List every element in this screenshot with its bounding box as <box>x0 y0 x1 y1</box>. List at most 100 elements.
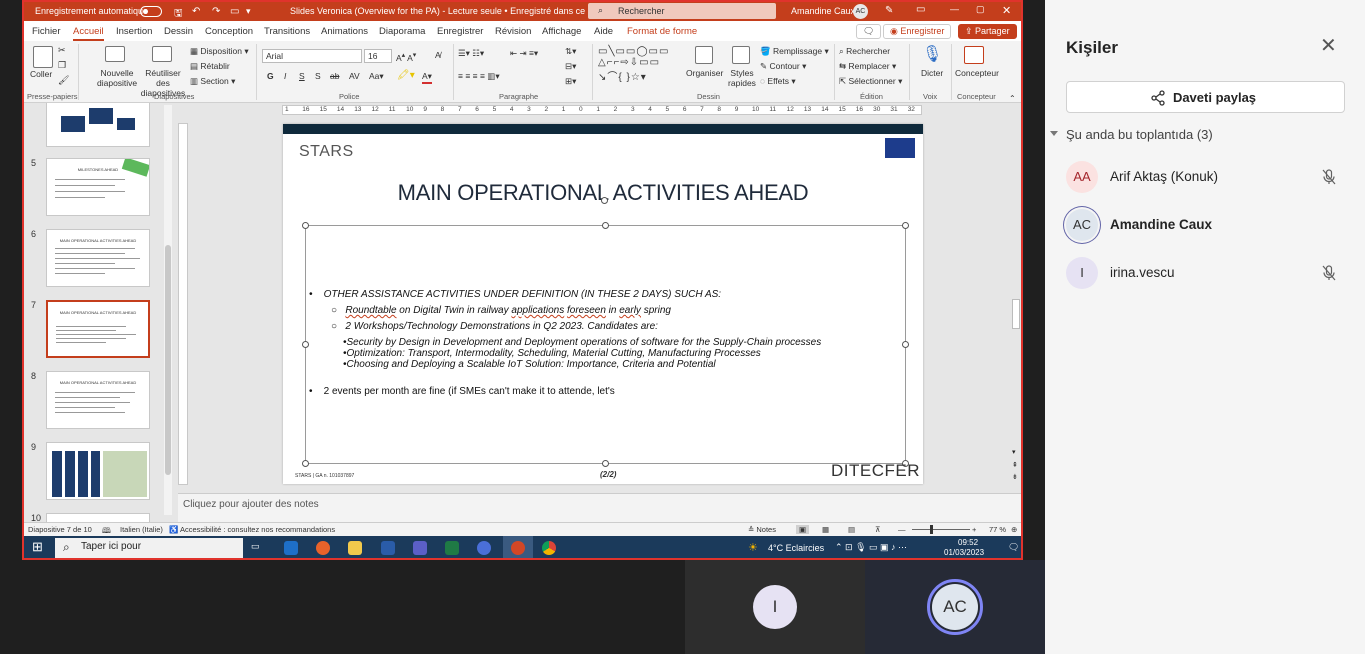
outline-button[interactable]: ✎ Contour ▾ <box>760 61 806 72</box>
indent-icons[interactable]: ⇤ ⇥ ≡▾ <box>510 48 538 59</box>
italic-icon[interactable]: I <box>284 71 286 81</box>
windows-start-icon[interactable]: ⊞ <box>32 539 43 555</box>
close-window-icon[interactable]: ✕ <box>1002 4 1011 17</box>
bullets-icon[interactable]: ☰▾ ☷▾ <box>458 48 484 59</box>
in-meeting-section-header[interactable]: Şu anda bu toplantıda (3) <box>1050 127 1213 142</box>
tab-conception[interactable]: Conception <box>205 26 253 37</box>
strikethrough-icon[interactable]: ab <box>330 71 339 81</box>
clock-date[interactable]: 01/03/2023 <box>944 548 984 557</box>
dictate-label[interactable]: Dicter <box>921 68 943 78</box>
accessibility-status[interactable]: Accessibilité : consultez nos recommanda… <box>180 525 335 534</box>
autosave-toggle[interactable] <box>140 6 162 17</box>
section-button[interactable]: ▥ Section ▾ <box>190 76 235 87</box>
resize-handle[interactable] <box>602 460 609 467</box>
paste-label[interactable]: Coller <box>30 69 52 79</box>
align-icons[interactable]: ≡ ≡ ≡ ≡ ▥▾ <box>458 71 500 82</box>
video-tile-irina[interactable]: I <box>685 560 865 654</box>
highlight-icon[interactable]: 🖍▾ <box>397 70 415 81</box>
format-painter-icon[interactable]: 🖌 <box>58 75 69 86</box>
minimize-icon[interactable]: — <box>950 4 959 14</box>
designer-icon[interactable] <box>964 46 984 64</box>
language-indicator[interactable]: Italien (Italie) <box>120 525 163 534</box>
scrollbar-thumb[interactable] <box>165 245 171 475</box>
font-name-field[interactable]: Arial <box>262 49 362 63</box>
resize-handle[interactable] <box>302 460 309 467</box>
tab-fichier[interactable]: Fichier <box>32 26 61 37</box>
prev-slide-icon[interactable]: ⇞ <box>1012 461 1018 469</box>
tab-aide[interactable]: Aide <box>594 26 613 37</box>
notification-icon[interactable]: 🗨 <box>1008 542 1019 553</box>
share-invite-button[interactable]: Daveti paylaş <box>1066 81 1345 113</box>
paste-icon[interactable] <box>33 46 53 68</box>
slideshow-icon[interactable]: ⊼ <box>875 525 881 534</box>
pen-icon[interactable]: ✎ <box>885 5 893 16</box>
rotate-handle-icon[interactable] <box>601 197 608 204</box>
arrange-icon[interactable] <box>695 46 713 64</box>
undo-icon[interactable]: ↶ <box>192 6 200 17</box>
reading-view-icon[interactable]: ▤ <box>848 525 855 534</box>
task-view-icon[interactable]: ▭ <box>251 541 265 555</box>
clear-format-icon[interactable]: A̸ <box>435 50 441 60</box>
cut-icon[interactable]: ✂ <box>58 45 66 56</box>
tab-affichage[interactable]: Affichage <box>542 26 581 37</box>
file-explorer-icon[interactable] <box>348 541 362 555</box>
resize-handle[interactable] <box>302 341 309 348</box>
effects-button[interactable]: ◌ Effets ▾ <box>760 76 796 87</box>
find-button[interactable]: ⌕ Rechercher <box>839 46 890 57</box>
tab-animations[interactable]: Animations <box>321 26 368 37</box>
slide-thumbnail-4[interactable] <box>46 103 150 147</box>
select-button[interactable]: ⇱ Sélectionner ▾ <box>839 76 902 87</box>
align-text-icon[interactable]: ⊟▾ <box>565 61 576 72</box>
ribbon-display-icon[interactable]: ▭ <box>916 4 925 15</box>
tab-diaporama[interactable]: Diaporama <box>379 26 425 37</box>
mic-off-icon[interactable] <box>1320 168 1338 186</box>
scroll-down-icon[interactable]: ▾ <box>1012 448 1016 456</box>
shapes-gallery[interactable]: ▭╲▭▭◯▭▭ △⌐⌐⇨⇩▭▭ ↘⌒{ }☆▾ <box>598 46 669 83</box>
layout-button[interactable]: ▦ Disposition ▾ <box>190 46 249 57</box>
excel-icon[interactable] <box>445 541 459 555</box>
quick-styles-icon[interactable] <box>732 46 750 64</box>
outlook-icon[interactable] <box>284 541 298 555</box>
video-tile-amandine[interactable]: AC <box>865 560 1045 654</box>
tab-enregistrer[interactable]: Enregistrer <box>437 26 483 37</box>
notes-pane[interactable]: Cliquez pour ajouter des notes <box>178 493 1021 522</box>
user-avatar[interactable]: AC <box>853 4 868 19</box>
present-icon[interactable]: ▭ <box>230 6 239 17</box>
new-slide-icon[interactable] <box>105 46 125 62</box>
word-icon[interactable] <box>381 541 395 555</box>
participant-row[interactable]: AC Amandine Caux <box>1066 209 1346 249</box>
quick-styles-label[interactable]: Styles rapides <box>728 68 756 88</box>
smartart-icon[interactable]: ⊞▾ <box>565 76 576 87</box>
next-slide-icon[interactable]: ⇟ <box>1012 473 1018 481</box>
resize-handle[interactable] <box>602 222 609 229</box>
resize-handle[interactable] <box>302 222 309 229</box>
designer-label[interactable]: Concepteur <box>955 68 999 78</box>
user-name[interactable]: Amandine Caux <box>791 6 855 16</box>
share-button[interactable]: ⇪ Partager <box>958 24 1017 39</box>
media-player-icon[interactable] <box>477 541 491 555</box>
customize-icon[interactable]: ▾ <box>246 6 251 17</box>
microphone-icon[interactable]: 🎙 <box>922 44 942 64</box>
tab-dessin[interactable]: Dessin <box>164 26 193 37</box>
slide-thumbnail-8[interactable]: MAIN OPERATIONAL ACTIVITIES AHEAD <box>46 371 150 429</box>
record-button[interactable]: ◉ Enregistrer <box>883 24 952 39</box>
bold-icon[interactable]: G <box>267 71 274 81</box>
slide-thumbnail-10[interactable] <box>46 513 150 522</box>
tab-revision[interactable]: Révision <box>495 26 531 37</box>
arrange-label[interactable]: Organiser <box>686 68 723 78</box>
editor-scrollbar-thumb[interactable] <box>1012 299 1020 329</box>
text-direction-icon[interactable]: ⇅▾ <box>565 46 576 57</box>
resize-handle[interactable] <box>902 222 909 229</box>
underline-icon[interactable]: S <box>299 71 305 81</box>
redo-icon[interactable]: ↷ <box>212 6 220 17</box>
shadow-icon[interactable]: S <box>315 71 321 81</box>
replace-button[interactable]: ⇆ Remplacer ▾ <box>839 61 896 72</box>
chrome-icon[interactable] <box>542 541 556 555</box>
zoom-slider[interactable] <box>912 529 970 530</box>
copy-icon[interactable]: ❐ <box>58 60 66 71</box>
clock-time[interactable]: 09:52 <box>958 538 978 547</box>
slide-thumbnail-6[interactable]: MAIN OPERATIONAL ACTIVITIES AHEAD <box>46 229 150 287</box>
tab-insertion[interactable]: Insertion <box>116 26 152 37</box>
char-spacing-icon[interactable]: AV <box>349 71 360 81</box>
new-slide-label[interactable]: Nouvelle diapositive <box>97 68 137 88</box>
